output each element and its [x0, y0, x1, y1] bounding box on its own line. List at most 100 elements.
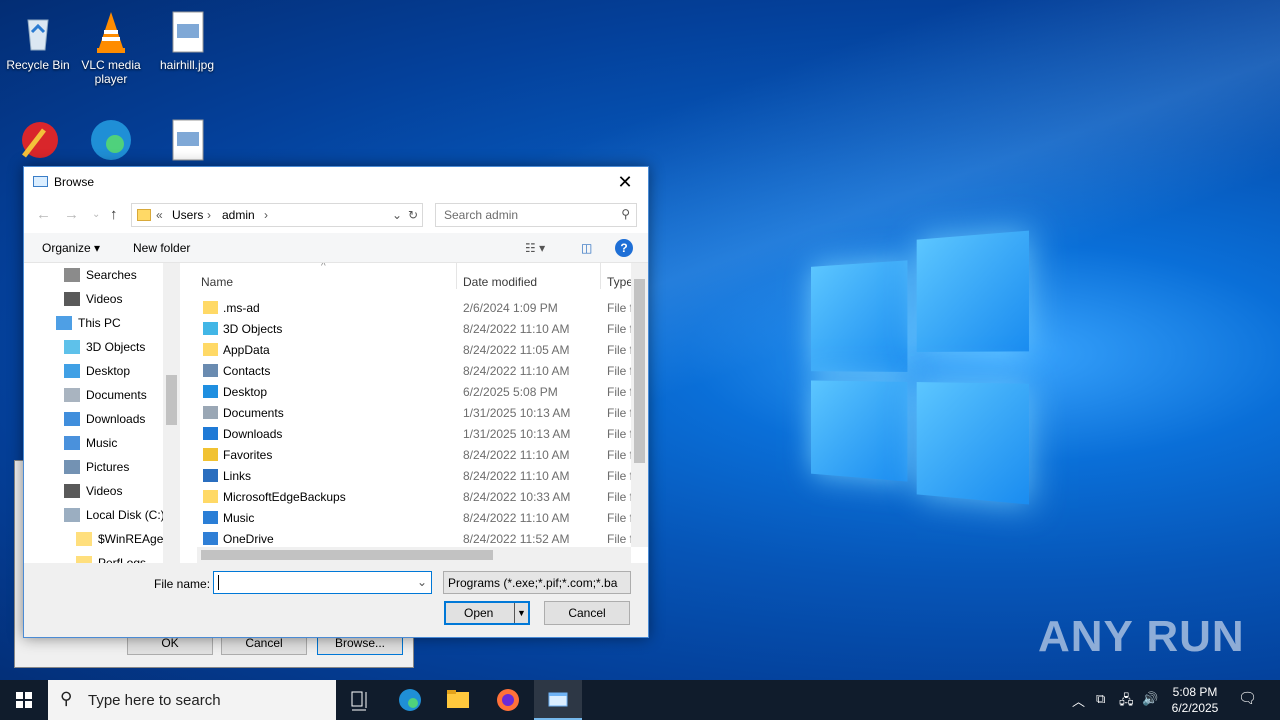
chevron-up-icon[interactable]: ︿ — [1072, 691, 1085, 710]
chevron-down-icon[interactable]: ⌄ — [392, 208, 402, 222]
picture-icon — [64, 460, 80, 474]
chevron-right-icon[interactable]: › — [207, 208, 211, 222]
file-type: File f — [607, 448, 631, 462]
meet-now-icon[interactable]: ⧉ — [1096, 691, 1105, 707]
file-date: 8/24/2022 11:10 AM — [463, 469, 570, 483]
task-view-button[interactable] — [336, 680, 384, 720]
horizontal-scrollbar[interactable] — [197, 547, 631, 563]
forward-arrow-icon[interactable]: → — [64, 206, 79, 223]
breadcrumb-users[interactable]: Users — [172, 208, 203, 222]
recent-dropdown-icon[interactable]: ⌄ — [92, 209, 100, 220]
taskbar-search[interactable]: ⚲ Type here to search — [48, 680, 336, 720]
network-icon[interactable]: 🖧 — [1119, 691, 1134, 713]
column-date[interactable]: Date modified — [463, 275, 537, 289]
disk-icon — [64, 508, 80, 522]
taskbar-edge[interactable] — [386, 680, 434, 720]
file-name: AppData — [223, 343, 270, 357]
tree-item[interactable]: Videos — [64, 288, 122, 310]
address-bar[interactable]: « Users › admin › ⌄ ↻ — [131, 203, 423, 227]
file-type: File f — [607, 343, 631, 357]
desktop-icon-file[interactable] — [149, 116, 225, 166]
folder-icon — [76, 556, 92, 563]
tree-item[interactable]: Local Disk (C:) — [64, 504, 165, 526]
file-row[interactable]: Downloads 1/31/2025 10:13 AM File f — [197, 423, 631, 444]
file-type: File f — [607, 322, 631, 336]
desktop-icon-vlc[interactable]: VLC media player — [73, 8, 149, 86]
video-icon — [64, 484, 80, 498]
file-row[interactable]: MicrosoftEdgeBackups 8/24/2022 10:33 AM Fi… — [197, 486, 631, 507]
chevron-right-icon[interactable]: › — [264, 208, 268, 222]
tree-item-label: Searches — [86, 268, 137, 282]
scrollbar-thumb[interactable] — [634, 279, 645, 463]
breadcrumb-overflow[interactable]: « — [156, 208, 163, 222]
tree-item[interactable]: Desktop — [64, 360, 130, 382]
file-row[interactable]: Documents 1/31/2025 10:13 AM File f — [197, 402, 631, 423]
up-arrow-icon[interactable]: ↑ — [110, 206, 118, 223]
taskbar-file-explorer[interactable] — [434, 680, 482, 720]
tree-item[interactable]: PerfLogs — [76, 552, 146, 563]
view-options-icon[interactable]: ☷ ▾ — [525, 241, 545, 255]
close-icon: ✕ — [617, 172, 633, 192]
taskbar-browse-dialog[interactable] — [534, 680, 582, 720]
list-scrollbar[interactable] — [631, 263, 648, 547]
split-dropdown-icon[interactable]: ▼ — [514, 603, 528, 623]
column-name[interactable]: Name — [201, 275, 233, 289]
dialog-titlebar[interactable]: Browse ✕ — [24, 167, 648, 197]
tree-scrollbar[interactable] — [163, 263, 180, 563]
refresh-icon[interactable]: ↻ — [408, 208, 418, 222]
image-file-icon — [163, 116, 211, 164]
notifications-icon[interactable]: 🗨 — [1238, 689, 1257, 707]
file-row[interactable]: Favorites 8/24/2022 11:10 AM File f — [197, 444, 631, 465]
anyrun-watermark: ANY RUN — [1038, 612, 1245, 662]
file-row[interactable]: .ms-ad 2/6/2024 1:09 PM File f — [197, 297, 631, 318]
tree-item[interactable]: 3D Objects — [64, 336, 145, 358]
back-arrow-icon[interactable]: ← — [36, 206, 51, 223]
tree-item[interactable]: Documents — [64, 384, 147, 406]
start-button[interactable] — [0, 680, 48, 720]
desktop-icon-edge[interactable] — [73, 116, 149, 166]
tree-item[interactable]: Pictures — [64, 456, 129, 478]
file-row[interactable]: 3D Objects 8/24/2022 11:10 AM File f — [197, 318, 631, 339]
file-type-select[interactable]: Programs (*.exe;*.pif;*.com;*.ba — [443, 571, 631, 594]
tree-item[interactable]: This PC — [56, 312, 121, 334]
folder-icon — [203, 343, 218, 356]
desktop-icon-recycle-bin[interactable]: Recycle Bin — [0, 8, 76, 72]
browse-dialog: Browse ✕ ← → ⌄ ↑ « Users › admin › ⌄ ↻ S… — [23, 166, 649, 638]
organize-button[interactable]: Organize ▾ — [42, 241, 100, 255]
help-icon[interactable]: ? — [615, 239, 633, 257]
scrollbar-thumb[interactable] — [201, 550, 493, 560]
file-row[interactable]: OneDrive 8/24/2022 11:52 AM File f — [197, 528, 631, 547]
chevron-down-icon[interactable]: ⌄ — [417, 575, 427, 589]
file-date: 6/2/2025 5:08 PM — [463, 385, 558, 399]
volume-icon[interactable]: 🔊 — [1142, 691, 1158, 707]
tree-item[interactable]: Videos — [64, 480, 122, 502]
dialog-toolbar: Organize ▾ New folder ☷ ▾ ◫ ? — [24, 233, 648, 263]
dialog-content: Searches Videos This PC 3D Objects Desktop Do… — [24, 263, 648, 563]
file-row[interactable]: Contacts 8/24/2022 11:10 AM File f — [197, 360, 631, 381]
file-name: Documents — [223, 406, 284, 420]
search-input[interactable]: Search admin ⚲ — [435, 203, 637, 227]
text-cursor — [218, 575, 219, 590]
file-row[interactable]: AppData 8/24/2022 11:05 AM File f — [197, 339, 631, 360]
scrollbar-thumb[interactable] — [166, 375, 177, 425]
tree-item[interactable]: Searches — [64, 264, 137, 286]
close-button[interactable]: ✕ — [608, 170, 642, 194]
column-type[interactable]: Type — [607, 275, 631, 289]
file-row[interactable]: Desktop 6/2/2025 5:08 PM File f — [197, 381, 631, 402]
file-name-input[interactable]: ⌄ — [213, 571, 432, 594]
cancel-button[interactable]: Cancel — [544, 601, 630, 625]
breadcrumb-admin[interactable]: admin — [222, 208, 255, 222]
watermark-text: ANY RUN — [1038, 612, 1245, 661]
new-folder-button[interactable]: New folder — [133, 241, 190, 255]
tree-item[interactable]: Music — [64, 432, 117, 454]
tree-item[interactable]: Downloads — [64, 408, 145, 430]
preview-pane-icon[interactable]: ◫ — [581, 241, 592, 255]
file-row[interactable]: Music 8/24/2022 11:10 AM File f — [197, 507, 631, 528]
clock[interactable]: 5:08 PM 6/2/2025 — [1160, 684, 1230, 716]
contacts-icon — [203, 364, 218, 377]
tree-item[interactable]: $WinREAgent — [76, 528, 173, 550]
desktop-icon-hairhill[interactable]: hairhill.jpg — [149, 8, 225, 72]
open-button[interactable]: Open ▼ — [444, 601, 530, 625]
file-row[interactable]: Links 8/24/2022 11:10 AM File f — [197, 465, 631, 486]
taskbar-firefox[interactable] — [484, 680, 532, 720]
